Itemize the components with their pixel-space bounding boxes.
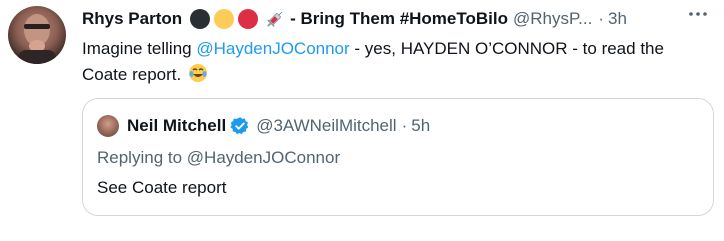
tweet-text: Imagine telling @HaydenJOConnor - yes, H… bbox=[82, 36, 714, 88]
more-options-icon[interactable] bbox=[686, 2, 710, 26]
quoted-separator-dot: · bbox=[401, 116, 408, 135]
tweet-content: Rhys Parton - Bring Them #HomeToBilo @Rh… bbox=[82, 6, 714, 88]
tweet-time[interactable]: 3h bbox=[608, 6, 627, 32]
tweet-header: Rhys Parton - Bring Them #HomeToBilo @Rh… bbox=[82, 6, 714, 32]
quoted-author-name: Neil Mitchell bbox=[127, 116, 227, 135]
tweet-text-before: Imagine telling bbox=[82, 39, 197, 58]
yellow-circle-icon bbox=[214, 9, 235, 29]
author-handle[interactable]: @RhysP... bbox=[513, 6, 592, 32]
replying-to-handle: @HaydenJOConnor bbox=[186, 148, 341, 167]
verified-badge-icon bbox=[230, 117, 249, 135]
quoted-author-handle: @3AWNeilMitchell bbox=[256, 116, 397, 135]
tweet[interactable]: Rhys Parton - Bring Them #HomeToBilo @Rh… bbox=[0, 0, 724, 241]
replying-to-line: Replying to @HaydenJOConnor bbox=[97, 145, 340, 171]
author-name[interactable]: Rhys Parton bbox=[82, 6, 182, 32]
quoted-tweet-time: 5h bbox=[411, 116, 431, 135]
black-circle-icon bbox=[190, 9, 211, 29]
replying-to-prefix: Replying to bbox=[97, 148, 187, 167]
laughing-tears-emoji-icon bbox=[188, 64, 207, 82]
quoted-tweet[interactable]: Neil Mitchell @3AWNeilMitchell · 5h Repl… bbox=[82, 98, 714, 216]
quoted-tweet-text: See Coate report bbox=[97, 178, 227, 197]
quoted-author-avatar bbox=[97, 115, 119, 137]
syringe-icon bbox=[267, 11, 283, 27]
author-avatar[interactable] bbox=[8, 6, 66, 64]
quoted-tweet-header: Neil Mitchell @3AWNeilMitchell · 5h bbox=[97, 115, 430, 137]
separator-dot: · bbox=[598, 9, 604, 28]
red-circle-icon bbox=[238, 9, 259, 29]
author-name-suffix: - Bring Them #HomeToBilo bbox=[290, 9, 508, 28]
mention-link[interactable]: @HaydenJOConnor bbox=[196, 39, 349, 58]
